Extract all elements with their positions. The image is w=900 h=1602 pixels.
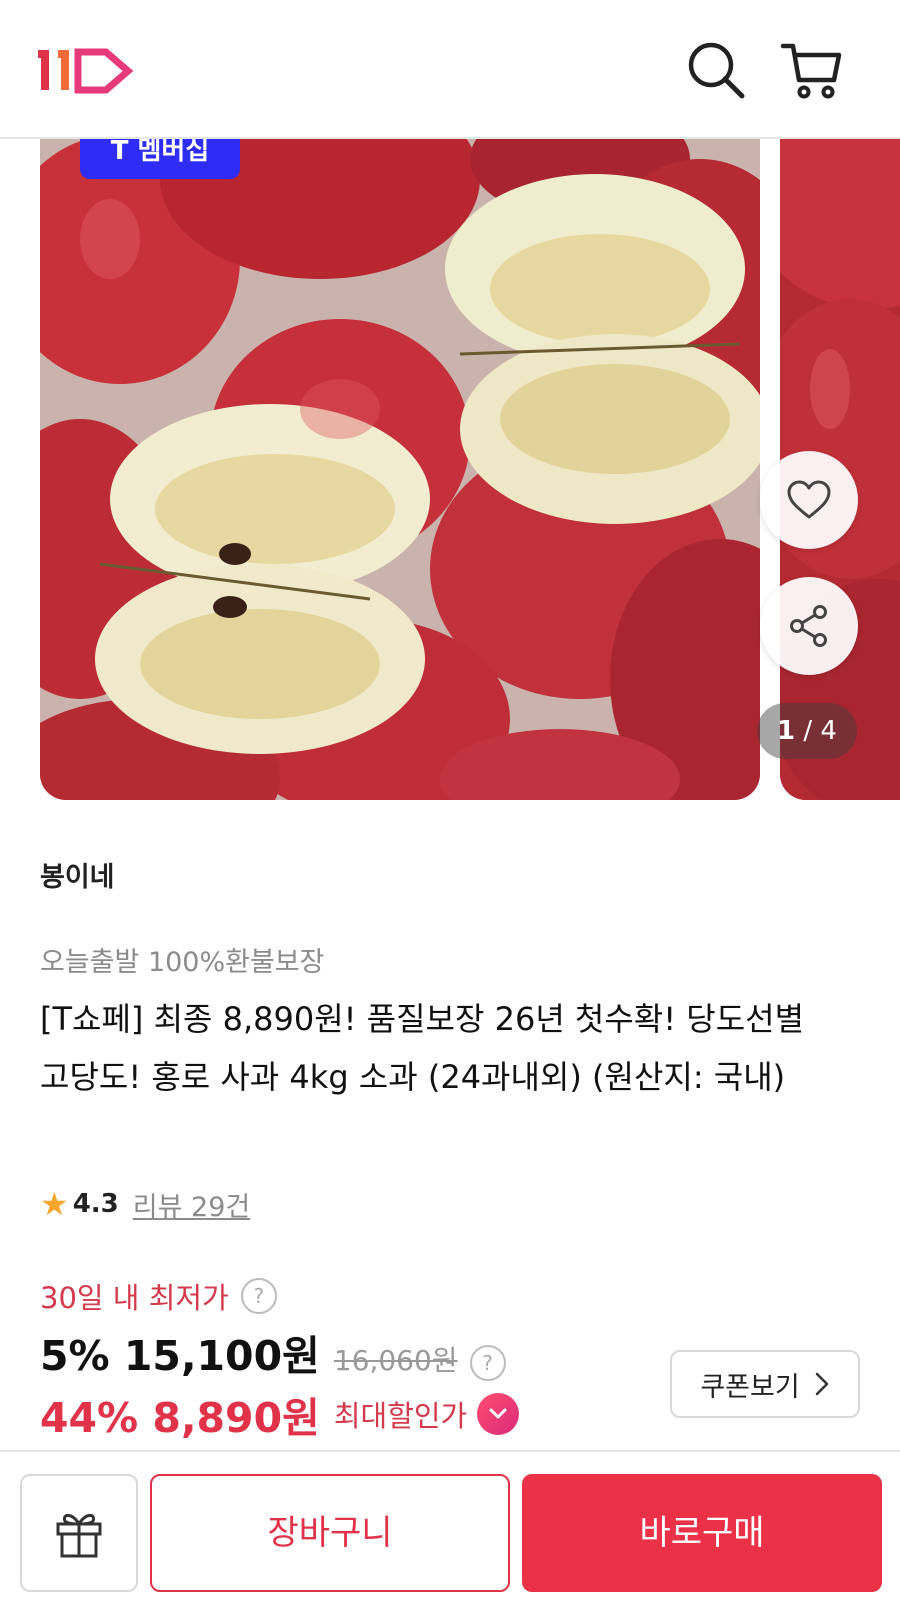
- delivery-tagline: 오늘출발 100%환불보장: [40, 947, 325, 978]
- help-icon[interactable]: ?: [240, 1278, 277, 1314]
- cart-icon[interactable]: [780, 38, 844, 102]
- expand-discount-button[interactable]: [477, 1393, 520, 1435]
- product-image[interactable]: [40, 139, 760, 800]
- logo[interactable]: [38, 44, 134, 94]
- lowest-price-row: 30일 내 최저가 ?: [40, 1275, 277, 1317]
- star-icon: ★: [40, 1185, 69, 1223]
- rating-row: ★ 4.3 리뷰 29건: [40, 1184, 250, 1224]
- search-icon[interactable]: [684, 38, 748, 102]
- membership-badge: T 멤버십: [80, 139, 240, 179]
- original-price: 16,060원: [333, 1344, 458, 1377]
- chevron-right-icon: [815, 1372, 828, 1396]
- coupon-button-label: 쿠폰보기: [700, 1371, 800, 1403]
- page-total: 4: [820, 716, 837, 746]
- share-icon: [790, 605, 827, 647]
- coupon-button[interactable]: 쿠폰보기: [670, 1350, 860, 1418]
- price-help-icon[interactable]: ?: [469, 1345, 506, 1381]
- page-current: 1: [777, 716, 796, 746]
- discount-price: 5% 15,100원: [40, 1332, 320, 1380]
- final-price: 44% 8,890원: [40, 1394, 320, 1442]
- heart-outline-icon: [787, 480, 831, 519]
- bottom-action-bar: 장바구니 바로구매: [0, 1450, 900, 1602]
- product-title: [T쇼페] 최종 8,890원! 품질보장 26년 첫수확! 당도선별 고당도!…: [40, 1000, 805, 1096]
- rating-value: 4.3: [72, 1189, 119, 1219]
- lowest-price-label: 30일 내 최저가: [40, 1281, 229, 1315]
- product-gallery[interactable]: [0, 139, 900, 800]
- final-price-row: 44% 8,890원 최대할인가: [40, 1384, 520, 1444]
- share-button[interactable]: [760, 577, 858, 675]
- app-header: [0, 0, 900, 139]
- review-link[interactable]: 리뷰 29건: [133, 1185, 250, 1224]
- add-to-cart-button[interactable]: 장바구니: [150, 1474, 510, 1592]
- page-separator: /: [795, 716, 821, 746]
- max-discount-label: 최대할인가: [333, 1399, 468, 1433]
- price-row: 5% 15,100원 16,060원 ?: [40, 1322, 506, 1382]
- gift-button[interactable]: [20, 1474, 138, 1592]
- image-page-indicator: 1 / 4: [757, 703, 857, 759]
- chevron-down-icon: [489, 1408, 507, 1419]
- apple-photo: [40, 139, 760, 800]
- buy-now-button[interactable]: 바로구매: [522, 1474, 882, 1592]
- gift-icon: [56, 1513, 102, 1558]
- seller-name[interactable]: 봉이네: [40, 855, 115, 894]
- like-button[interactable]: [760, 451, 858, 549]
